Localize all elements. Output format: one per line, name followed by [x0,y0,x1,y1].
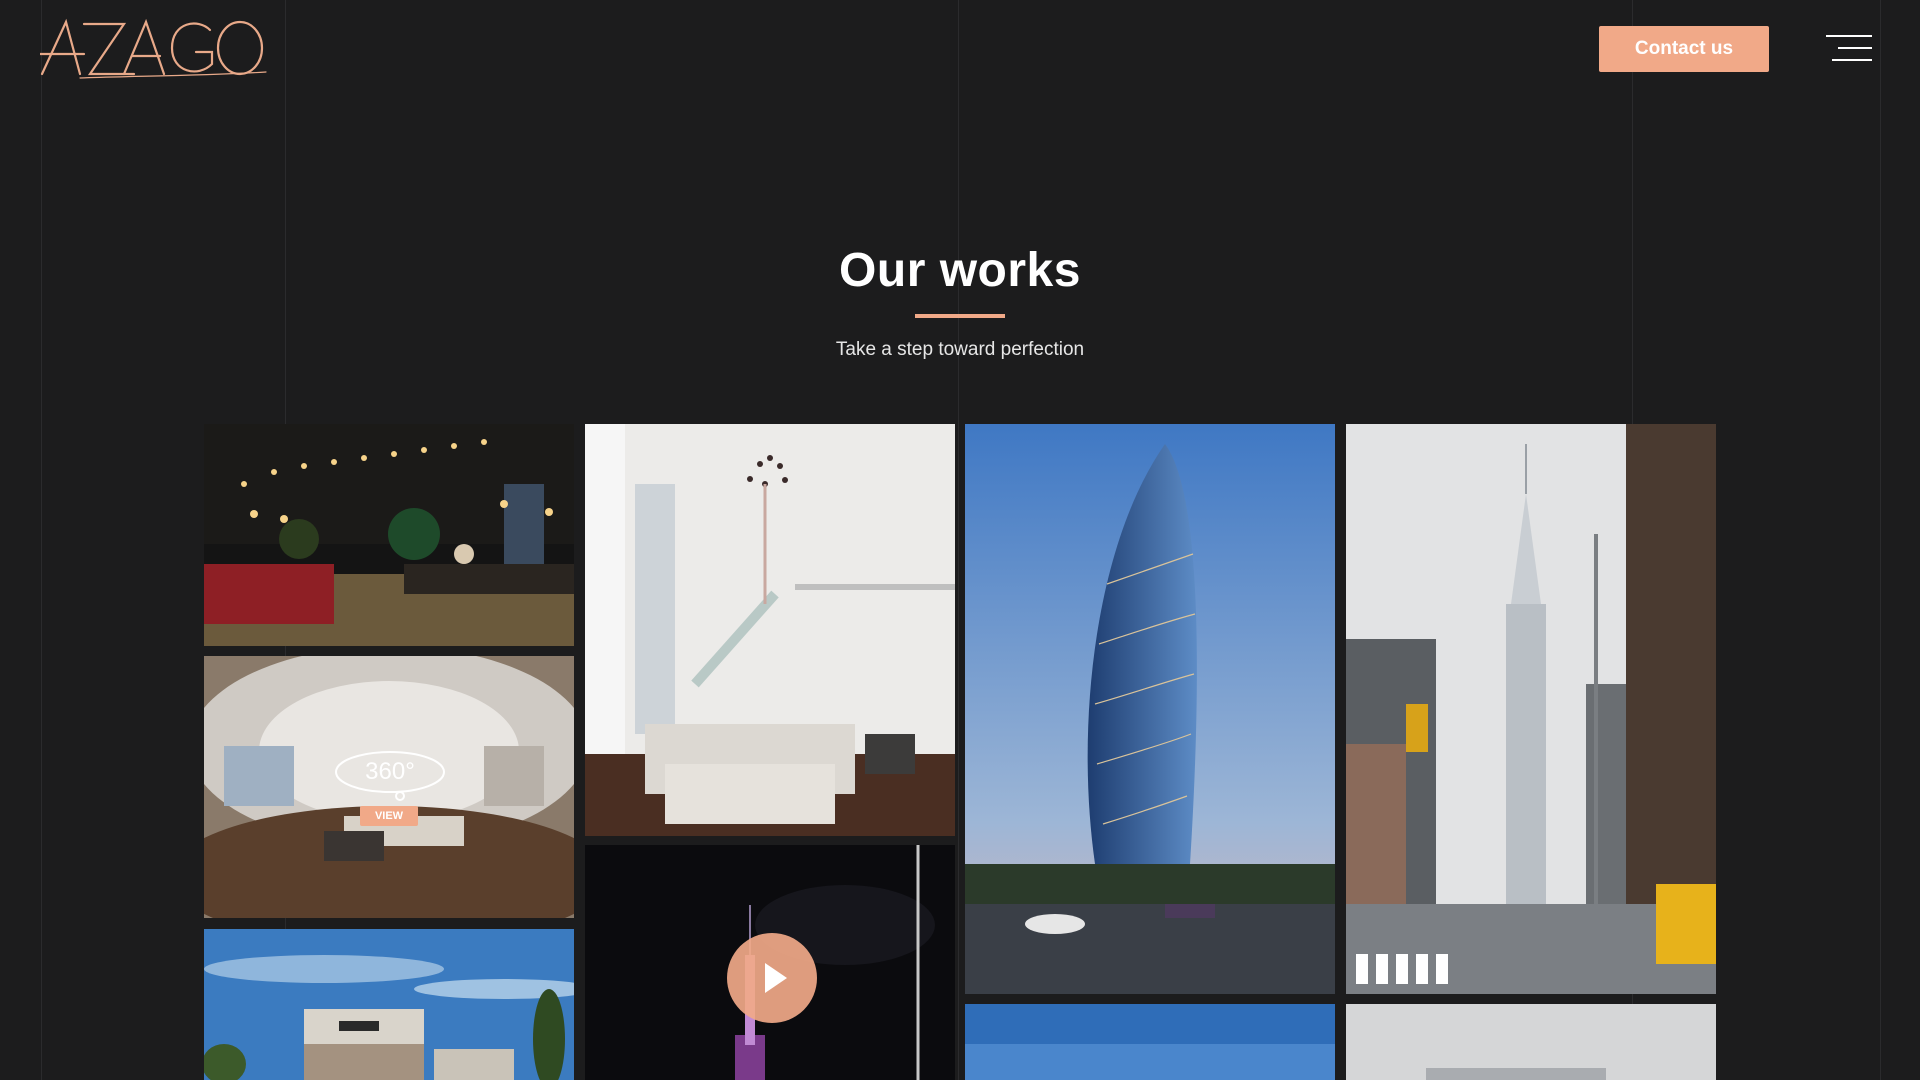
section-subtitle: Take a step toward perfection [835,339,1085,360]
gallery-item-villa-exterior[interactable] [204,929,574,1080]
gallery-item-360-tour[interactable]: 360° VIEW [204,656,574,918]
page: Contact us Our works Take a step toward … [0,0,1920,1080]
tour-360-icon: 360° [334,746,446,802]
gallery-item-new-york-street[interactable] [1346,424,1716,994]
view-badge[interactable]: VIEW [360,806,418,826]
gallery-item-bar-interior[interactable] [204,424,574,646]
tour-360-label: 360° [365,758,415,785]
gallery-item-sky-render[interactable] [965,1004,1335,1080]
brand-logo[interactable] [40,16,270,80]
section-title: Our works [839,244,1081,297]
grid-line [1880,0,1881,1080]
hamburger-menu-icon[interactable] [1824,33,1872,63]
grid-line [41,0,42,1080]
gallery-item-night-skyscraper-video[interactable] [585,845,955,1080]
title-underline [915,314,1005,318]
gallery-item-cloudy-sky-render[interactable] [1346,1004,1716,1080]
gallery-item-glass-tower[interactable] [965,424,1335,994]
grid-line [958,0,959,1080]
contact-us-button[interactable]: Contact us [1599,26,1769,72]
gallery-item-duplex-living-room[interactable] [585,424,955,836]
play-icon[interactable] [727,933,817,1023]
